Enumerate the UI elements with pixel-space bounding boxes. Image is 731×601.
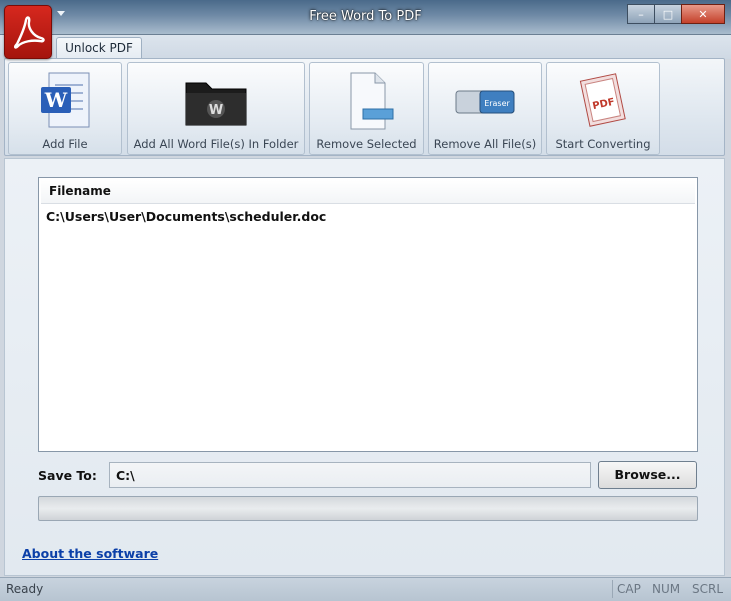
remove-selected-button[interactable]: Remove Selected — [309, 62, 424, 155]
status-divider — [612, 580, 613, 598]
file-list[interactable]: Filename C:\Users\User\Documents\schedul… — [38, 177, 698, 452]
remove-document-icon — [350, 72, 393, 130]
start-converting-button[interactable]: PDF Start Converting — [546, 62, 660, 155]
add-folder-label: Add All Word File(s) In Folder — [133, 137, 299, 151]
progress-bar — [38, 496, 698, 521]
num-lock-indicator: NUM — [652, 582, 681, 596]
minimize-button[interactable]: – — [627, 4, 655, 24]
save-to-label: Save To: — [38, 468, 97, 483]
ribbon-toolbar: W Add File W Add All Word File(s) In Fol… — [4, 58, 725, 156]
about-link[interactable]: About the software — [22, 546, 158, 561]
status-bar: Ready CAP NUM SCRL — [0, 577, 731, 601]
svg-text:W: W — [209, 103, 223, 118]
app-menu-button[interactable] — [4, 5, 52, 59]
pdf-icon: PDF — [579, 73, 626, 127]
window-controls: – □ ✕ — [627, 4, 725, 24]
acrobat-logo-icon — [14, 16, 45, 49]
start-converting-label: Start Converting — [555, 137, 651, 151]
maximize-button[interactable]: □ — [654, 4, 682, 24]
tab-strip: Unlock PDF — [0, 35, 731, 60]
title-bar: Free Word To PDF – □ ✕ — [0, 0, 731, 35]
column-header-filename[interactable]: Filename — [49, 184, 111, 198]
svg-text:Eraser: Eraser — [484, 99, 510, 108]
close-button[interactable]: ✕ — [681, 4, 725, 24]
eraser-icon: Eraser — [455, 90, 515, 114]
file-list-header: Filename — [41, 180, 695, 204]
folder-icon: W — [185, 82, 247, 126]
remove-all-button[interactable]: Eraser Remove All File(s) — [428, 62, 542, 155]
svg-text:W: W — [44, 88, 68, 112]
remove-selected-label: Remove Selected — [316, 137, 417, 151]
tab-unlock-pdf[interactable]: Unlock PDF — [56, 37, 142, 60]
scroll-lock-indicator: SCRL — [692, 582, 724, 596]
list-item[interactable]: C:\Users\User\Documents\scheduler.doc — [46, 209, 326, 224]
add-file-label: Add File — [42, 137, 88, 151]
status-text: Ready — [6, 582, 44, 596]
add-folder-button[interactable]: W Add All Word File(s) In Folder — [127, 62, 305, 155]
remove-all-label: Remove All File(s) — [433, 137, 537, 151]
browse-button[interactable]: Browse... — [598, 461, 697, 489]
save-to-field[interactable] — [109, 462, 591, 488]
word-document-icon: W — [41, 72, 90, 128]
main-panel: Filename C:\Users\User\Documents\schedul… — [4, 158, 725, 576]
window-title: Free Word To PDF — [309, 9, 422, 24]
caps-lock-indicator: CAP — [617, 582, 641, 596]
add-file-button[interactable]: W Add File — [8, 62, 122, 155]
